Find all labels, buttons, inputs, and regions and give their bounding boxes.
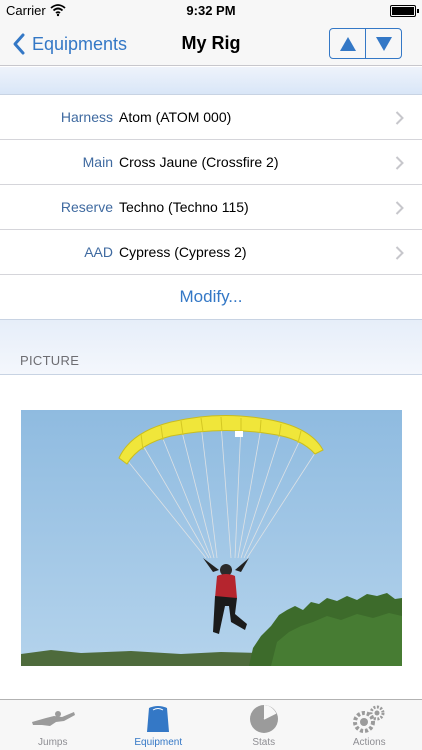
skydiver-icon [31, 711, 75, 726]
chevron-right-icon [395, 156, 404, 170]
battery-icon [390, 5, 419, 17]
equipment-row-main[interactable]: Main Cross Jaune (Crossfire 2) [0, 140, 422, 185]
row-value: Techno (Techno 115) [119, 199, 249, 215]
section-header-picture: PICTURE [20, 353, 80, 368]
tab-actions[interactable]: Actions [317, 700, 422, 750]
tab-stats[interactable]: Stats [211, 700, 317, 750]
tab-label: Jumps [38, 737, 68, 748]
equipment-row-reserve[interactable]: Reserve Techno (Techno 115) [0, 185, 422, 230]
section-spacer [0, 67, 422, 95]
equipment-row-aad[interactable]: AAD Cypress (Cypress 2) [0, 230, 422, 275]
triangle-down-icon [375, 36, 392, 51]
tab-jumps[interactable]: Jumps [0, 700, 106, 750]
row-label: Reserve [60, 199, 113, 215]
row-value: Cross Jaune (Crossfire 2) [119, 154, 279, 170]
back-button[interactable]: Equipments [10, 32, 127, 56]
navigation-bar: Equipments My Rig [0, 22, 422, 66]
previous-button[interactable] [330, 29, 365, 58]
equipment-row-harness[interactable]: Harness Atom (ATOM 000) [0, 95, 422, 140]
row-label: AAD [84, 244, 113, 260]
back-button-label: Equipments [32, 33, 128, 54]
chevron-left-icon [13, 33, 25, 55]
row-label: Main [82, 154, 113, 170]
backpack-icon [147, 706, 170, 732]
prev-next-segmented-control [329, 28, 402, 59]
row-value: Cypress (Cypress 2) [119, 244, 247, 260]
chevron-right-icon [395, 201, 404, 215]
tab-label: Actions [352, 737, 386, 748]
equipment-list: Harness Atom (ATOM 000) Main Cross Jaune… [0, 95, 422, 320]
next-button[interactable] [365, 29, 401, 58]
status-bar: Carrier 9:32 PM [0, 0, 422, 22]
triangle-up-icon [339, 36, 356, 51]
chevron-right-icon [395, 246, 404, 260]
clock: 9:32 PM [186, 3, 236, 18]
modify-button[interactable]: Modify... [0, 275, 422, 320]
tab-equipment[interactable]: Equipment [106, 700, 212, 750]
tab-bar: Jumps Equipment Stats Actions [0, 699, 422, 750]
skydiver-photo-image [21, 410, 402, 666]
tab-label: Equipment [134, 737, 183, 748]
tab-label: Stats [252, 737, 276, 748]
rig-photo[interactable] [21, 410, 402, 666]
gears-icon [353, 705, 385, 733]
chevron-right-icon [395, 111, 404, 125]
row-label: Harness [60, 109, 113, 125]
row-value: Atom (ATOM 000) [119, 109, 232, 125]
pie-chart-icon [249, 705, 278, 733]
